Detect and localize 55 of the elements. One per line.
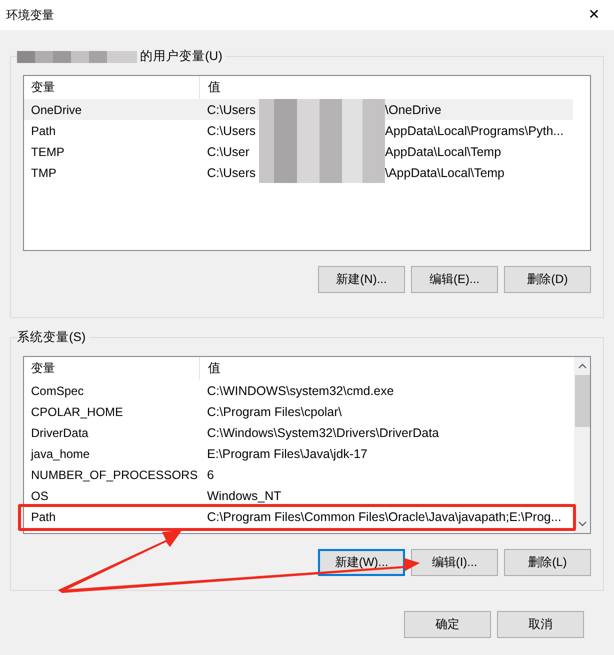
list-row[interactable]: TMP C:\Users \AppData\Local\Temp <box>24 162 590 183</box>
scroll-up-icon <box>578 363 586 369</box>
variable-value: C:\WINDOWS\system32\cmd.exe <box>206 384 394 398</box>
column-header[interactable]: 值 <box>200 357 221 380</box>
list-row[interactable]: OS Windows_NT <box>24 485 574 506</box>
variable-value: Windows_NT <box>206 488 282 502</box>
group-label: 系统变量(S) <box>17 329 86 346</box>
dialog-button[interactable]: 取消 <box>497 611 584 638</box>
variable-value: AppData\Local\Programs\Pyth... <box>385 124 564 138</box>
variable-value: C:\User <box>207 144 250 158</box>
list-row[interactable]: CPOLAR_HOME C:\Program Files\cpolar\ <box>24 401 574 422</box>
list-row[interactable]: Path C:\Users AppData\Local\Programs\Pyth... <box>24 120 590 141</box>
dialog-button[interactable]: 新建(W)... <box>318 549 405 576</box>
list-row[interactable]: OneDrive C:\Users \OneDrive <box>24 99 573 120</box>
group-label: 的用户变量(U) <box>140 48 222 65</box>
column-header[interactable]: 值 <box>200 76 221 99</box>
variable-name: CPOLAR_HOME <box>30 404 124 418</box>
variable-name: OS <box>30 488 50 502</box>
variable-name: OneDrive <box>30 102 83 116</box>
dialog-button[interactable]: 删除(D) <box>504 266 591 293</box>
variable-value: AppData\Local\Temp <box>385 144 502 158</box>
variable-value: \OneDrive <box>385 102 442 116</box>
list-row[interactable]: java_home E:\Program Files\Java\jdk-17 <box>24 443 574 464</box>
column-header[interactable]: 变量 <box>24 357 200 380</box>
close-button[interactable]: ✕ <box>574 0 614 30</box>
list-row[interactable]: Path C:\Program Files\Common Files\Oracle\Java\javapath;E:\Prog... <box>24 506 574 527</box>
variable-value: C:\Windows\System32\Drivers\DriverData <box>206 426 439 440</box>
variable-value: 6 <box>206 468 214 482</box>
variable-name: NUMBER_OF_PROCESSORS <box>30 468 199 482</box>
scrollbar[interactable] <box>574 357 590 533</box>
variable-value: C:\Users <box>207 102 257 116</box>
variable-value: C:\Program Files\cpolar\ <box>206 404 342 418</box>
dialog-button[interactable]: 编辑(I)... <box>411 549 498 576</box>
variable-name: Path <box>30 510 57 524</box>
dialog-button[interactable]: 编辑(E)... <box>411 266 498 293</box>
dialog-button[interactable]: 确定 <box>404 611 491 638</box>
list-row[interactable]: TEMP C:\User AppData\Local\Temp <box>24 141 590 162</box>
variable-name: java_home <box>30 446 91 460</box>
list-row[interactable]: ComSpec C:\WINDOWS\system32\cmd.exe <box>24 380 574 401</box>
scroll-down-icon <box>578 521 586 527</box>
variable-value: E:\Program Files\Java\jdk-17 <box>206 446 368 460</box>
dialog-button[interactable]: 删除(L) <box>504 549 591 576</box>
variable-value: C:\Users <box>207 166 257 180</box>
window-title: 环境变量 <box>5 6 54 24</box>
list-row[interactable]: DriverData C:\Windows\System32\Drivers\DriverData <box>24 422 574 443</box>
dialog-button[interactable]: 新建(N)... <box>318 266 405 293</box>
variable-name: TMP <box>30 166 58 180</box>
list-row[interactable]: NUMBER_OF_PROCESSORS 6 <box>24 464 574 485</box>
variable-name: DriverData <box>30 426 90 440</box>
variable-name: TEMP <box>30 144 66 158</box>
variable-value: \AppData\Local\Temp <box>385 166 505 180</box>
variable-name: Path <box>30 124 57 138</box>
variable-name: ComSpec <box>30 384 85 398</box>
variable-value: C:\Users <box>207 124 257 138</box>
variable-value: C:\Program Files\Common Files\Oracle\Java\javapath;E:\Prog... <box>206 510 562 524</box>
